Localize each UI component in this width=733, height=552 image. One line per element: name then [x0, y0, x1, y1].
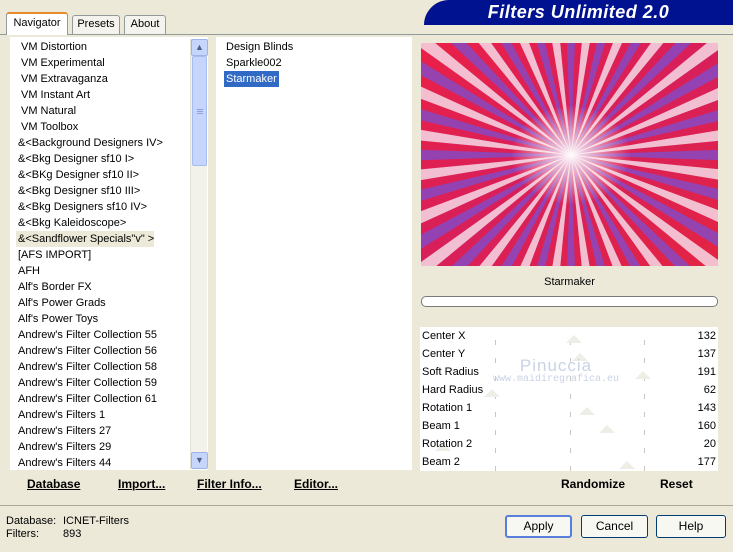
watermark: Pinuccia www.maidiregrafica.eu [493, 356, 619, 385]
filters-count: 893 [63, 528, 82, 540]
slider-thumb[interactable] [484, 389, 501, 397]
category-item[interactable]: VM Extravaganza [21, 71, 108, 87]
slider-thumb[interactable] [598, 425, 615, 433]
category-item[interactable]: &<BKg Designer sf10 II> [18, 167, 139, 183]
slider-tick [570, 466, 571, 471]
category-item[interactable]: VM Experimental [21, 55, 105, 71]
cancel-button[interactable]: Cancel [581, 515, 648, 538]
slider-thumb[interactable] [566, 335, 583, 343]
category-item[interactable]: Andrew's Filter Collection 58 [18, 359, 157, 375]
preview-image [421, 43, 718, 266]
parameter-slider[interactable]: Beam 2 177 [420, 453, 718, 471]
parameter-slider[interactable]: Beam 1 160 [420, 417, 718, 435]
import-button[interactable]: Import... [118, 477, 165, 491]
category-item[interactable]: &<Background Designers IV> [18, 135, 163, 151]
category-item[interactable]: Andrew's Filter Collection 55 [18, 327, 157, 343]
apply-button[interactable]: Apply [505, 515, 572, 538]
tab-navigator[interactable]: Navigator [6, 12, 68, 35]
randomize-button[interactable]: Randomize [561, 477, 625, 491]
slider-tick [644, 466, 645, 471]
slider-value: 137 [697, 348, 716, 360]
category-item[interactable]: VM Natural [21, 103, 76, 119]
category-item[interactable]: Andrew's Filters 1 [18, 407, 105, 423]
footer-divider [0, 505, 733, 506]
starburst-preview [421, 43, 718, 266]
database-button[interactable]: Database [27, 477, 80, 491]
tab-about[interactable]: About [124, 15, 166, 34]
help-button[interactable]: Help [656, 515, 726, 538]
category-item[interactable]: &<Bkg Designer sf10 III> [18, 183, 140, 199]
watermark-url: www.maidiregrafica.eu [493, 374, 620, 385]
category-item[interactable]: Alf's Border FX [18, 279, 92, 295]
category-item[interactable]: Andrew's Filter Collection 59 [18, 375, 157, 391]
slider-value: 132 [697, 330, 716, 342]
scroll-down-button[interactable]: ▼ [191, 452, 208, 469]
category-item[interactable]: &<Bkg Designer sf10 I> [18, 151, 134, 167]
category-item[interactable]: Andrew's Filter Collection 56 [18, 343, 157, 359]
category-item[interactable]: Andrew's Filters 27 [18, 423, 111, 439]
slider-label: Center Y [422, 348, 466, 360]
filter-item[interactable]: Sparkle002 [226, 55, 282, 71]
scroll-up-button[interactable]: ▲ [191, 39, 208, 56]
preview-filter-name: Starmaker [544, 276, 595, 288]
slider-label: Center X [422, 330, 466, 342]
filter-info-button[interactable]: Filter Info... [197, 477, 262, 491]
slider-label: Beam 2 [422, 456, 460, 468]
tab-divider [0, 34, 733, 35]
tab-presets[interactable]: Presets [72, 15, 120, 34]
app-title-banner: Filters Unlimited 2.0 [424, 0, 733, 25]
parameter-slider[interactable]: Rotation 2 20 [420, 435, 718, 453]
category-item[interactable]: &<Bkg Kaleidoscope> [18, 215, 126, 231]
filter-item[interactable]: Design Blinds [226, 39, 293, 55]
slider-label: Rotation 1 [422, 402, 473, 414]
editor-button[interactable]: Editor... [294, 477, 338, 491]
filters-label: Filters: [6, 528, 39, 540]
slider-thumb[interactable] [618, 461, 635, 469]
slider-label: Rotation 2 [422, 438, 473, 450]
category-item[interactable]: Alf's Power Toys [18, 311, 98, 327]
database-label: Database: [6, 515, 57, 527]
category-item[interactable]: Andrew's Filter Collection 61 [18, 391, 157, 407]
parameter-slider[interactable]: Center X 132 [420, 327, 718, 345]
category-item[interactable]: VM Instant Art [21, 87, 90, 103]
category-scrollbar[interactable]: ▲ ▼ [190, 39, 208, 469]
slider-value: 160 [697, 420, 716, 432]
slider-label: Hard Radius [422, 384, 484, 396]
slider-thumb[interactable] [635, 371, 652, 379]
category-item[interactable]: VM Toolbox [21, 119, 78, 135]
slider-label: Soft Radius [422, 366, 479, 378]
slider-value: 191 [697, 366, 716, 378]
slider-value: 143 [697, 402, 716, 414]
category-item[interactable]: VM Distortion [21, 39, 87, 55]
filters-status: Filters: 893 [6, 528, 81, 540]
parameter-slider[interactable]: Rotation 1 143 [420, 399, 718, 417]
database-value: ICNET-Filters [63, 515, 129, 527]
filter-list[interactable] [216, 37, 412, 470]
category-item[interactable]: &<Bkg Designers sf10 IV> [18, 199, 147, 215]
slider-value: 177 [697, 456, 716, 468]
database-status: Database: ICNET-Filters [6, 515, 129, 527]
category-item[interactable]: AFH [18, 263, 40, 279]
watermark-title: Pinuccia [519, 356, 593, 375]
slider-value: 62 [703, 384, 716, 396]
filter-item[interactable]: Starmaker [224, 71, 279, 87]
slider-label: Beam 1 [422, 420, 460, 432]
progress-bar [421, 296, 718, 307]
category-item[interactable]: [AFS IMPORT] [18, 247, 91, 263]
slider-tick [495, 466, 496, 471]
category-item[interactable]: Alf's Power Grads [18, 295, 106, 311]
slider-value: 20 [703, 438, 716, 450]
slider-thumb[interactable] [579, 407, 596, 415]
category-item[interactable]: &<Sandflower Specials"v" > [16, 231, 154, 247]
reset-button[interactable]: Reset [660, 477, 693, 491]
scroll-thumb[interactable] [192, 56, 207, 166]
category-item[interactable]: Andrew's Filters 44 [18, 455, 111, 471]
category-item[interactable]: Andrew's Filters 29 [18, 439, 111, 455]
